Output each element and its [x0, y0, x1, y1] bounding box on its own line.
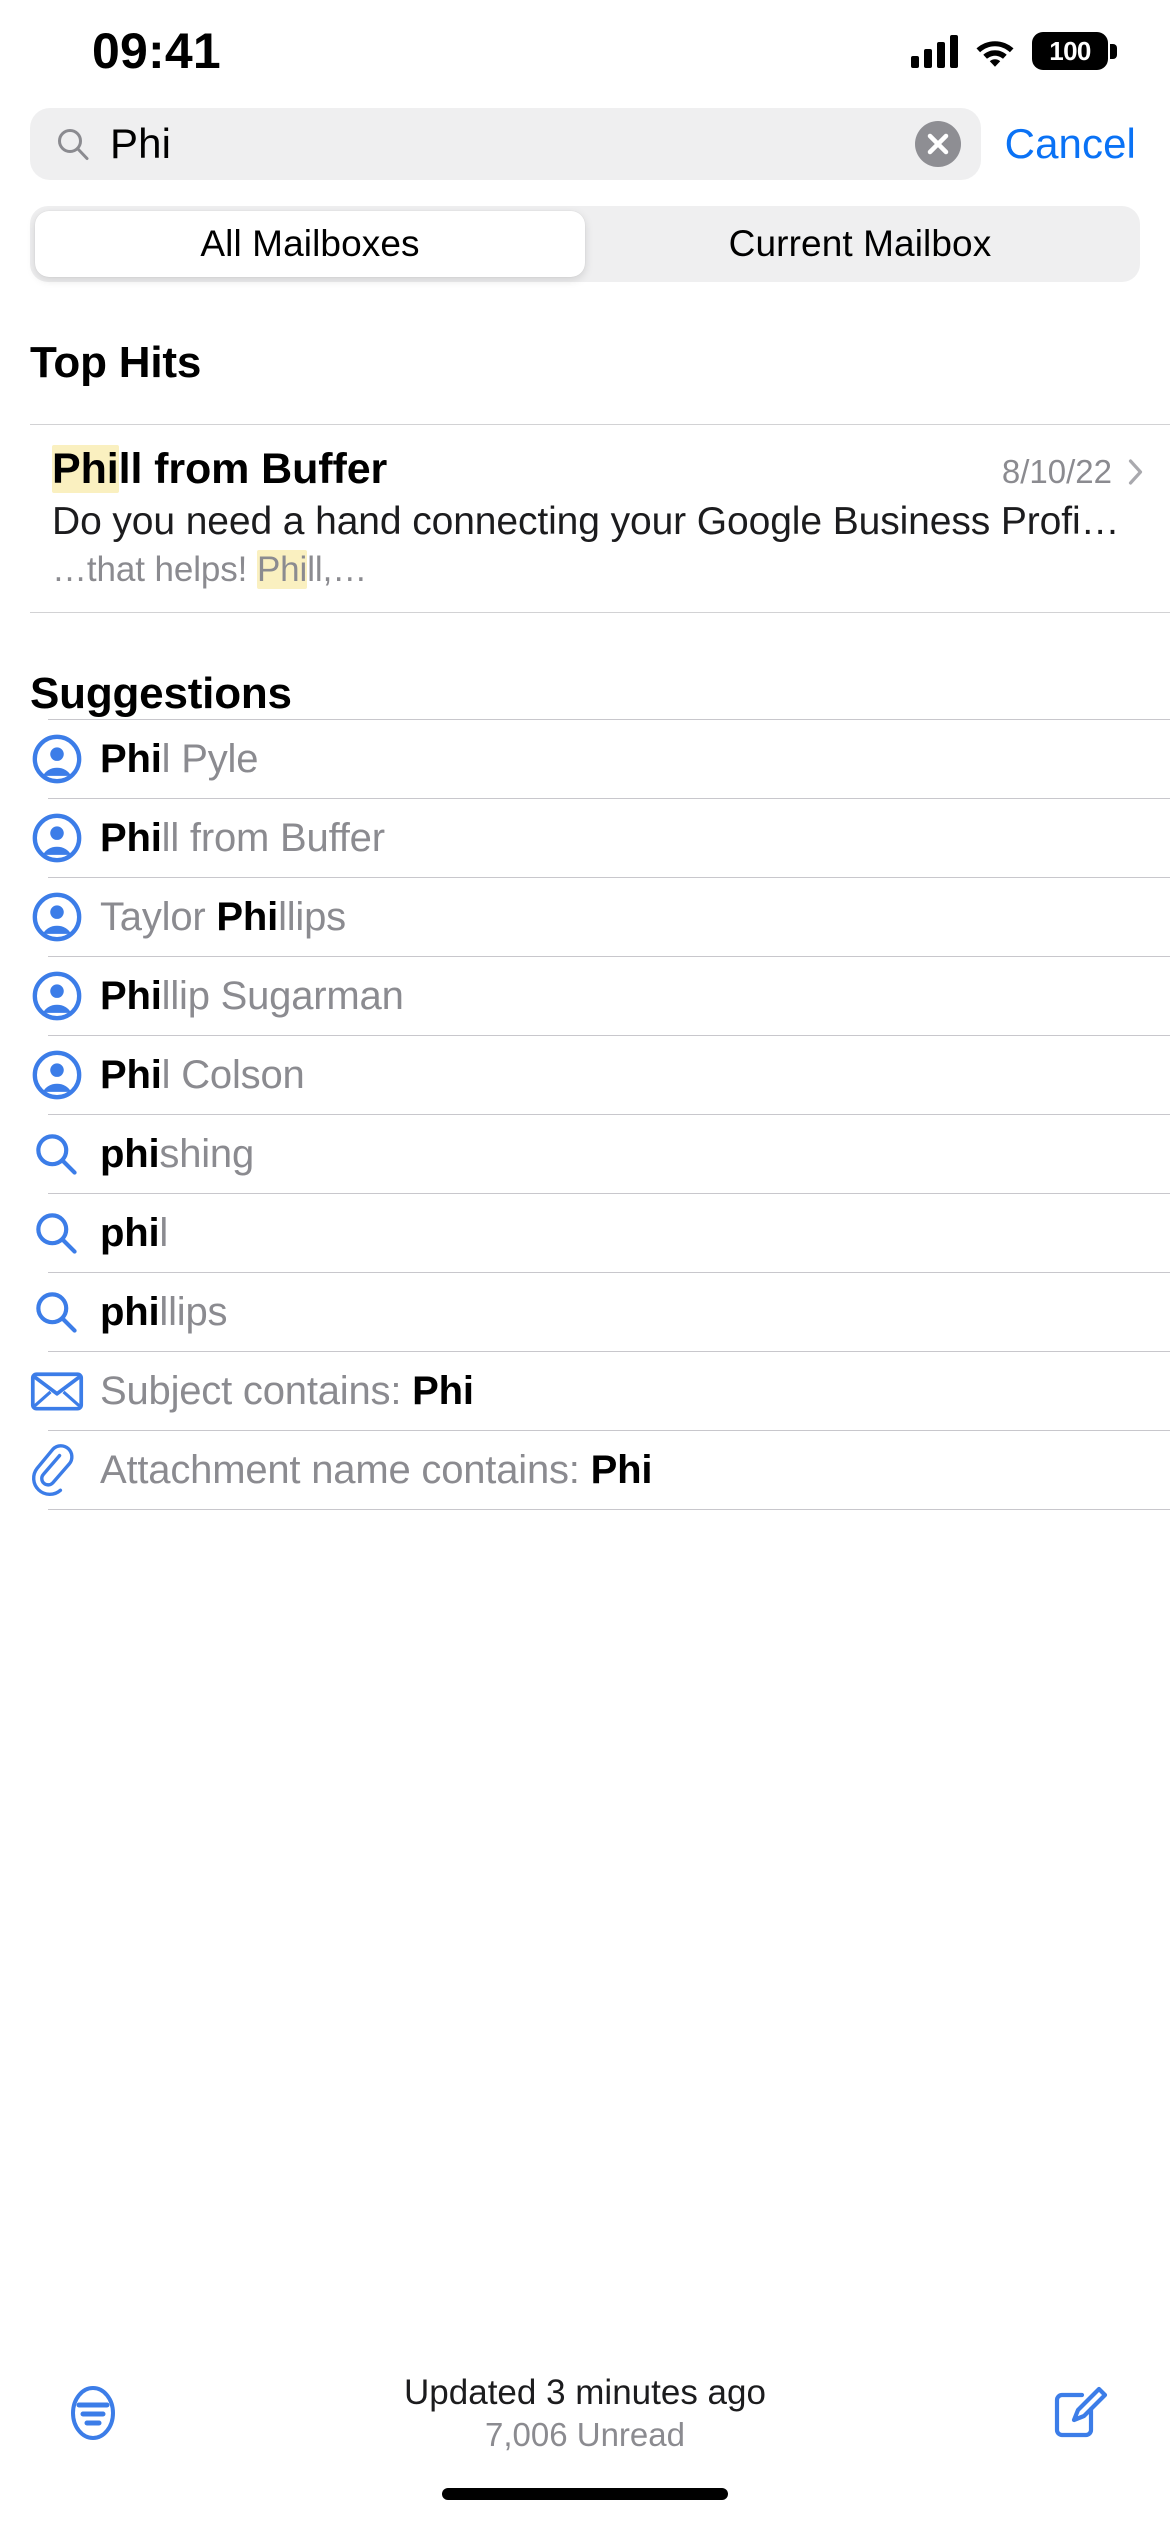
- suggestion-row[interactable]: Subject contains: Phi: [0, 1352, 1170, 1430]
- person-circle-icon: [30, 887, 100, 947]
- suggestion-match: Phi: [100, 815, 162, 860]
- suggestion-match: phi: [100, 1289, 160, 1334]
- battery-level: 100: [1049, 35, 1091, 66]
- suggestion-suffix: l Colson: [161, 1052, 305, 1097]
- scope-option-all-mailboxes[interactable]: All Mailboxes: [35, 211, 585, 277]
- battery-icon: 100: [1032, 32, 1117, 70]
- search-icon: [30, 1124, 100, 1184]
- suggestion-label: Phillip Sugarman: [100, 974, 404, 1019]
- suggestion-suffix: llips: [278, 894, 346, 939]
- top-hit-sender-rest: ll from Buffer: [118, 445, 388, 493]
- top-hit-preview-post: ll,…: [307, 550, 368, 589]
- suggestion-label: Phil Pyle: [100, 737, 258, 782]
- home-indicator: [0, 2488, 1170, 2532]
- suggestion-suffix: shing: [159, 1131, 255, 1176]
- search-input[interactable]: Phi: [30, 108, 981, 180]
- top-hit-meta: 8/10/22: [1002, 453, 1144, 491]
- mailbox-status: Updated 3 minutes ago 7,006 Unread: [404, 2371, 766, 2456]
- scope-segmented-control: All Mailboxes Current Mailbox: [30, 206, 1140, 282]
- filter-icon[interactable]: [48, 2368, 138, 2458]
- suggestion-match: Phi: [100, 973, 162, 1018]
- top-hit-preview-pre: …that helps!: [52, 550, 257, 589]
- top-hits-section: Phill from Buffer 8/10/22 Do you need a …: [0, 424, 1170, 613]
- top-hit-header-line: Phill from Buffer 8/10/22: [52, 445, 1144, 494]
- suggestions-header: Suggestions: [30, 669, 292, 718]
- suggestion-match: Phi: [216, 894, 279, 939]
- suggestion-suffix: l Pyle: [161, 736, 259, 781]
- chevron-right-icon: [1128, 458, 1144, 486]
- top-hit-preview: …that helps! Phill,…: [52, 550, 1144, 590]
- suggestion-prefix: Taylor: [100, 894, 217, 939]
- top-hit-row[interactable]: Phill from Buffer 8/10/22 Do you need a …: [0, 425, 1170, 612]
- suggestion-row[interactable]: Phill from Buffer: [0, 799, 1170, 877]
- search-icon: [30, 1282, 100, 1342]
- suggestion-match: Phi: [100, 1052, 162, 1097]
- top-hit-date: 8/10/22: [1001, 453, 1112, 490]
- battery-cap: [1110, 44, 1117, 59]
- suggestion-suffix: ll from Buffer: [161, 815, 385, 860]
- suggestion-label: Subject contains: Phi: [100, 1369, 474, 1414]
- status-bar: 09:41 100: [0, 0, 1170, 96]
- search-icon: [56, 127, 90, 161]
- person-circle-icon: [30, 808, 100, 868]
- person-circle-icon: [30, 966, 100, 1026]
- suggestions-list: Phil Pyle Phill from Buffer Taylor Phillip…: [0, 719, 1170, 1510]
- suggestion-label: Phil Colson: [100, 1053, 305, 1098]
- suggestion-row[interactable]: Phil Colson: [0, 1036, 1170, 1114]
- search-icon: [30, 1203, 100, 1263]
- suggestion-label: Taylor Phillips: [100, 895, 346, 940]
- top-hits-header: Top Hits: [30, 338, 202, 387]
- status-bar-indicators: 100: [911, 32, 1117, 70]
- suggestion-match: phi: [100, 1210, 160, 1255]
- suggestion-match: Phi: [412, 1368, 474, 1413]
- person-circle-icon: [30, 1045, 100, 1105]
- search-input-value: Phi: [110, 120, 172, 167]
- scope-option-current-mailbox[interactable]: Current Mailbox: [585, 211, 1135, 277]
- suggestion-row[interactable]: Phil Pyle: [0, 720, 1170, 798]
- envelope-icon: [30, 1361, 100, 1421]
- suggestion-row[interactable]: Taylor Phillips: [0, 878, 1170, 956]
- search-bar: Phi Cancel: [0, 96, 1170, 180]
- suggestion-label: phil: [100, 1211, 168, 1256]
- suggestion-row[interactable]: phishing: [0, 1115, 1170, 1193]
- suggestion-label: phillips: [100, 1289, 228, 1335]
- top-hit-preview-match: Phi: [256, 550, 308, 589]
- top-hit-sender-match: Phi: [52, 445, 119, 493]
- suggestion-label: Attachment name contains: Phi: [100, 1448, 652, 1493]
- suggestion-row[interactable]: phil: [0, 1194, 1170, 1272]
- scope-bar: All Mailboxes Current Mailbox: [0, 180, 1170, 282]
- suggestion-row[interactable]: Attachment name contains: Phi: [0, 1431, 1170, 1509]
- status-bar-time: 09:41: [92, 23, 221, 79]
- status-unread-count: 7,006 Unread: [485, 2416, 685, 2454]
- suggestion-label: Phill from Buffer: [100, 816, 385, 861]
- suggestion-label: phishing: [100, 1132, 254, 1177]
- top-hit-subject: Do you need a hand connecting your Googl…: [52, 500, 1120, 543]
- suggestion-prefix: Subject contains:: [100, 1368, 413, 1413]
- home-indicator-bar: [442, 2488, 728, 2500]
- top-hit-sender: Phill from Buffer: [52, 445, 387, 494]
- status-updated-text: Updated 3 minutes ago: [404, 2372, 766, 2412]
- suggestion-suffix: l: [159, 1210, 169, 1255]
- wifi-icon: [974, 35, 1016, 67]
- suggestion-suffix: llips: [159, 1289, 228, 1334]
- suggestion-row[interactable]: Phillip Sugarman: [0, 957, 1170, 1035]
- compose-icon[interactable]: [1032, 2368, 1122, 2458]
- suggestion-row[interactable]: phillips: [0, 1273, 1170, 1351]
- bottom-toolbar: Updated 3 minutes ago 7,006 Unread: [0, 2338, 1170, 2488]
- mail-search-screen: 09:41 100 Phi Cancel All Mailboxes Curre…: [0, 0, 1170, 2532]
- suggestion-match: Phi: [100, 736, 162, 781]
- suggestion-suffix: llip Sugarman: [161, 973, 404, 1018]
- suggestion-match: Phi: [590, 1447, 653, 1492]
- person-circle-icon: [30, 729, 100, 789]
- suggestion-match: phi: [100, 1131, 160, 1176]
- clear-circle-icon[interactable]: [914, 121, 961, 167]
- suggestion-prefix: Attachment name contains:: [100, 1447, 591, 1492]
- cellular-signal-icon: [911, 34, 958, 68]
- paperclip-icon: [30, 1440, 100, 1500]
- cancel-button[interactable]: Cancel: [1005, 120, 1140, 168]
